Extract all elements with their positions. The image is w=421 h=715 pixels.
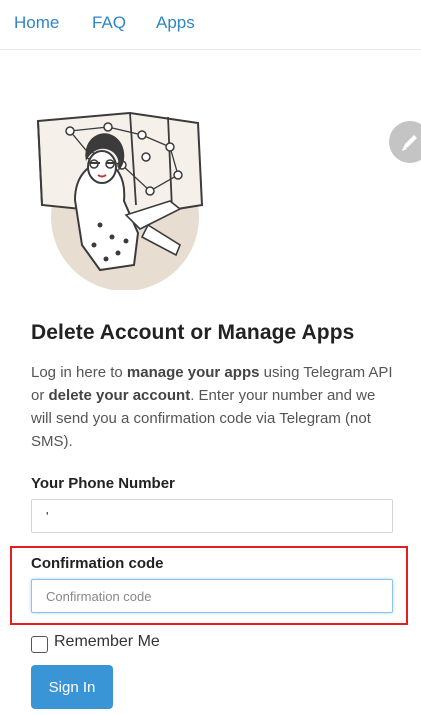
sign-in-button[interactable]: Sign In <box>31 665 113 709</box>
phone-label: Your Phone Number <box>31 475 175 492</box>
nav-apps-link[interactable]: Apps <box>156 13 195 33</box>
pencil-icon <box>402 135 417 151</box>
remember-me-checkbox[interactable] <box>31 636 48 653</box>
confirmation-code-input[interactable] <box>31 579 393 613</box>
nav-faq-link[interactable]: FAQ <box>92 13 126 33</box>
nav-home-link[interactable]: Home <box>14 13 59 33</box>
edit-fab-button[interactable] <box>389 121 421 163</box>
phone-input[interactable] <box>31 499 393 533</box>
top-nav: Home FAQ Apps <box>0 0 421 50</box>
page-title: Delete Account or Manage Apps <box>31 321 355 344</box>
remember-me-label[interactable]: Remember Me <box>54 633 160 651</box>
page-description: Log in here to manage your apps using Te… <box>31 364 393 450</box>
telegram-network-illustration <box>36 111 204 290</box>
confirmation-code-label: Confirmation code <box>31 555 164 572</box>
